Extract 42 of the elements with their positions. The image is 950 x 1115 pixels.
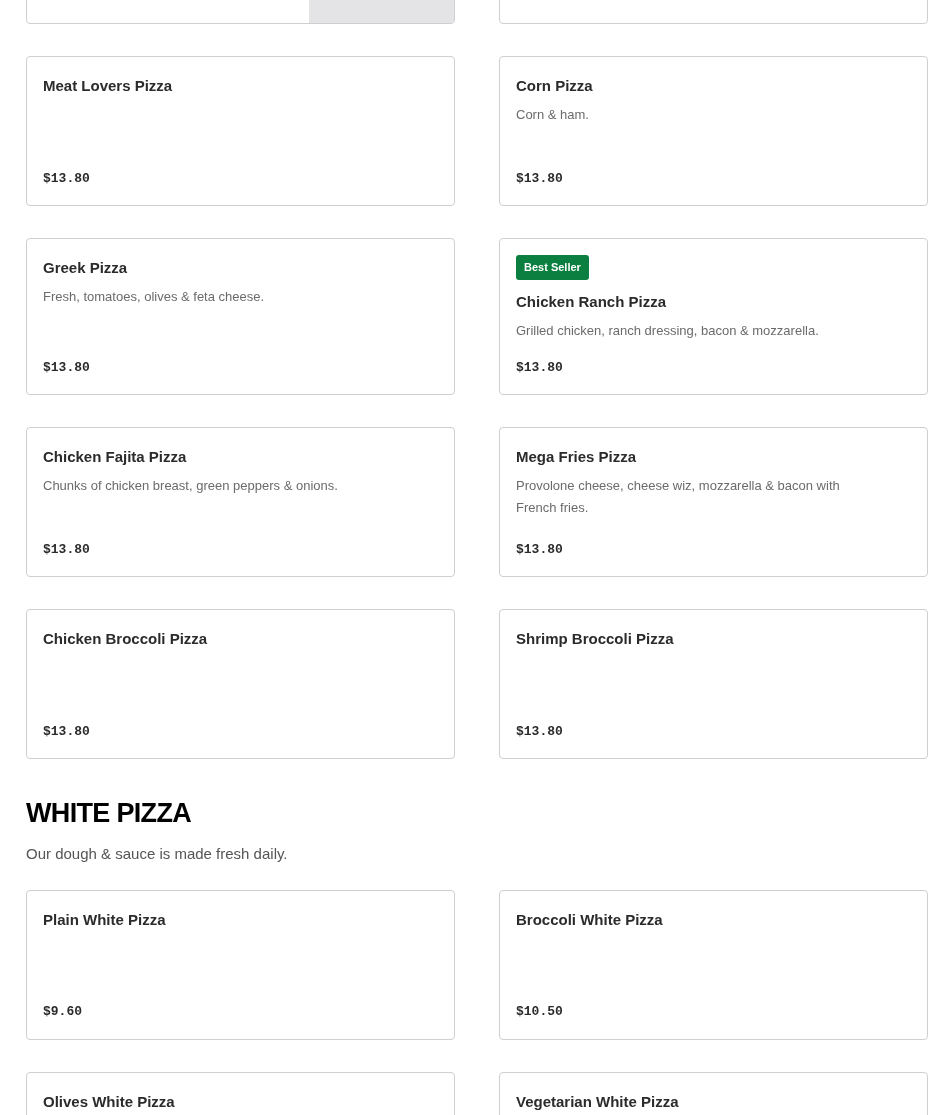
item-name: Olives White Pizza [43,1091,176,1112]
menu-item-card[interactable]: Shrimp Broccoli Pizza $13.80 [499,609,928,759]
item-description: Grilled chicken, ranch dressing, bacon & mozzarella. [516,321,820,340]
item-name: Chicken Broccoli Pizza [43,629,209,649]
menu-item-card[interactable]: Chicken Broccoli Pizza $13.80 [26,609,455,759]
menu-item-card[interactable]: Corn Pizza Corn & ham. $13.80 [499,56,928,206]
item-name: Chicken Ranch Pizza [516,291,668,312]
item-price: $13.80 [516,358,564,377]
item-name: Shrimp Broccoli Pizza [516,629,675,649]
item-name: Vegetarian White Pizza [516,1091,680,1112]
menu-item-card[interactable]: Mega Fries Pizza Provolone cheese, cheese wiz, mozzarella & bacon with French fries. $13.80 [499,427,928,577]
menu-item-card[interactable]: Plain White Pizza $9.60 [26,889,455,1040]
menu-item-card[interactable]: Broccoli White Pizza $10.50 [499,889,928,1040]
item-name: Corn Pizza [516,76,594,96]
item-name: Greek Pizza [43,258,129,278]
menu-item-card[interactable]: Vegetarian White Pizza [499,1071,928,1115]
item-price: $13.80 [43,358,91,377]
best-seller-badge: Best Seller [516,255,589,280]
menu-item-card[interactable]: Meat Lovers Pizza $13.80 [26,56,455,206]
menu-item-card[interactable]: Chicken Fajita Pizza Chunks of chicken breast, green peppers & onions. $13.80 [26,427,455,577]
item-price: $13.80 [516,540,564,559]
item-price: $10.50 [516,1003,564,1021]
item-price: $13.80 [43,722,91,741]
item-description: Chunks of chicken breast, green peppers & onions. [43,477,339,495]
item-price: $13.80 [516,722,564,741]
item-price: $13.80 [43,540,91,559]
item-description: Corn & ham. [516,106,590,124]
item-price: $13.80 [43,169,91,188]
item-price: $13.80 [516,169,564,188]
item-description: Provolone cheese, cheese wiz, mozzarella & bacon with French fries. [516,477,841,517]
menu-item-card[interactable]: Olives White Pizza [26,1071,455,1115]
item-name: Broccoli White Pizza [516,909,664,930]
item-name: Meat Lovers Pizza [43,76,174,96]
menu-item-card[interactable]: Best Seller Chicken Ranch Pizza Grilled chicken, ranch dressing, bacon & mozzarella. $13.80 [499,238,928,395]
menu-item-card[interactable]: Greek Pizza Fresh, tomatoes, olives & feta cheese. $13.80 [26,238,455,395]
item-description: Fresh, tomatoes, olives & feta cheese. [43,288,266,306]
item-price: $9.60 [43,1003,83,1021]
item-name: Chicken Fajita Pizza [43,447,188,467]
item-name: Mega Fries Pizza [516,447,638,467]
section-description: Our dough & sauce is made fresh daily. [26,844,289,864]
item-name: Plain White Pizza [43,909,167,930]
section-heading: WHITE PIZZA [26,797,193,829]
